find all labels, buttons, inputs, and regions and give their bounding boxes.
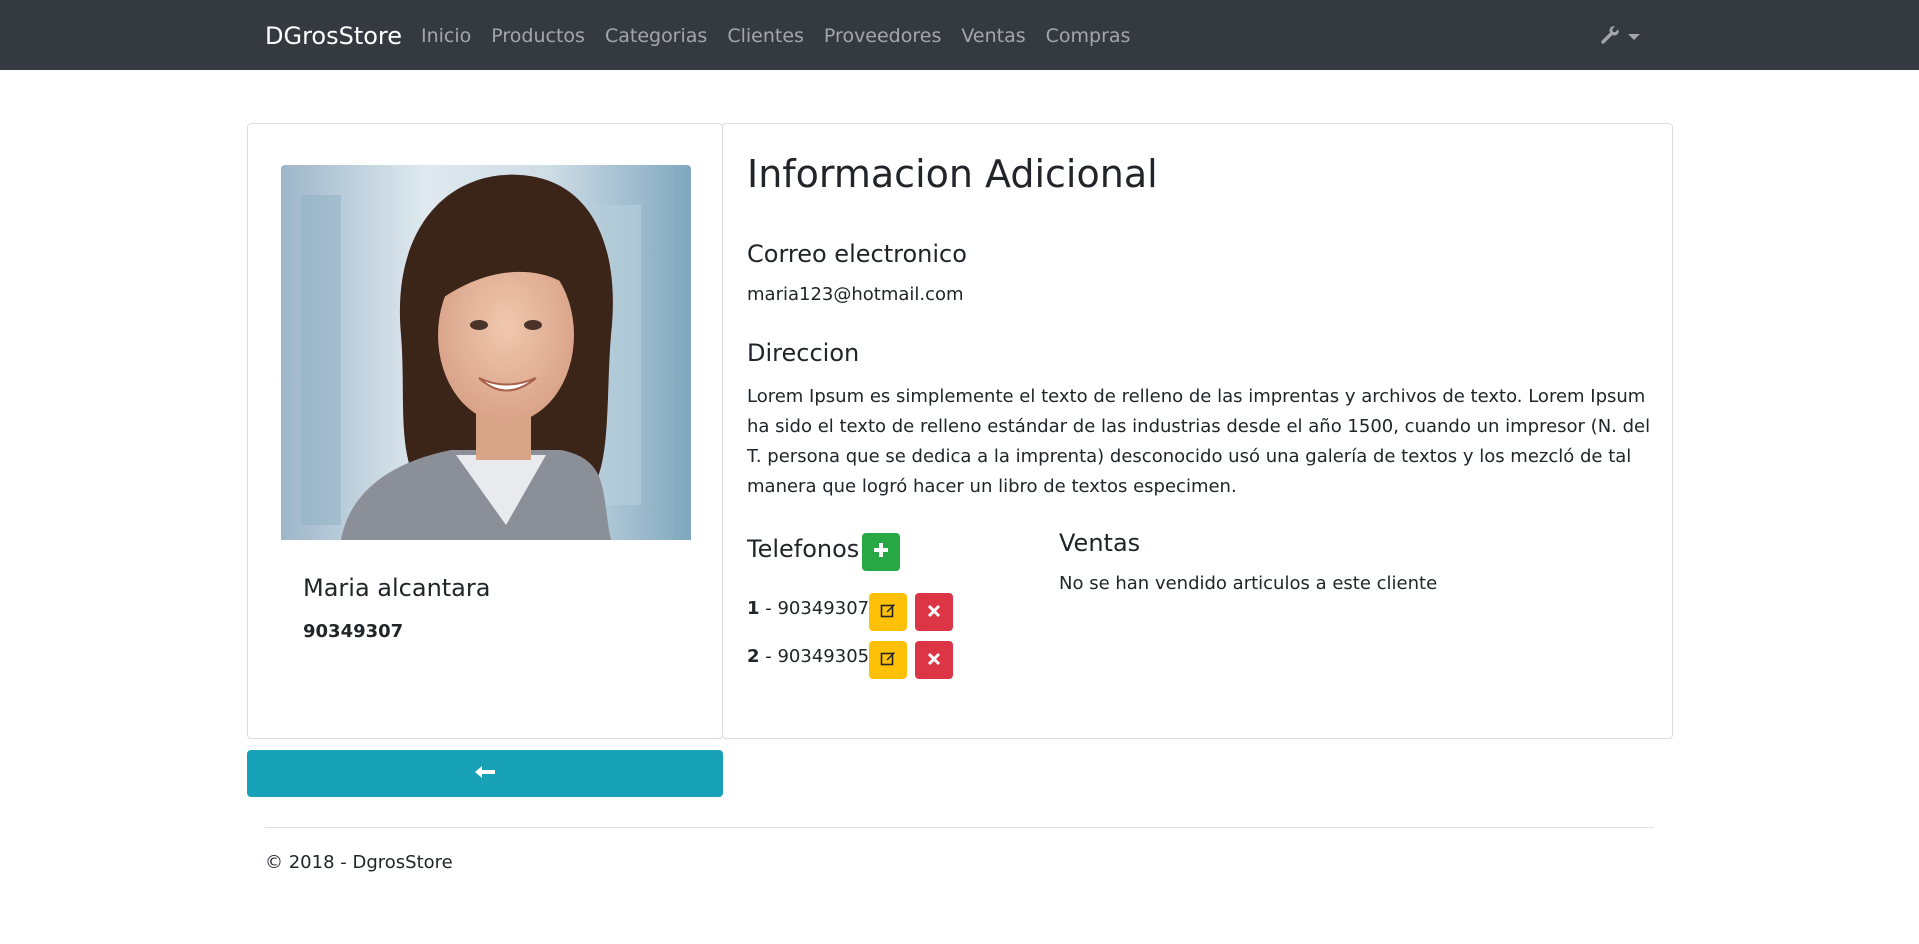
address-heading: Direccion [747,339,860,367]
navbar: DGrosStore Inicio Productos Categorias C… [0,0,1919,70]
edit-icon [880,650,896,670]
tools-dropdown[interactable] [1600,25,1640,49]
edit-phone-button[interactable] [869,593,907,631]
phone-index: 2 [747,646,760,667]
client-name: Maria alcantara [303,574,491,602]
wrench-icon [1600,25,1620,49]
sales-heading: Ventas [1059,529,1141,557]
brand-link[interactable]: DGrosStore [265,22,402,50]
nav-link-clientes[interactable]: Clientes [727,25,804,47]
delete-phone-button[interactable] [915,641,953,679]
arrow-left-icon [474,764,496,783]
phone-number: 90349307 [777,598,870,619]
nav-link-compras[interactable]: Compras [1046,25,1131,47]
nav-link-productos[interactable]: Productos [491,25,585,47]
back-button[interactable] [247,750,723,797]
client-card: Maria alcantara 90349307 [247,123,723,739]
phone-index: 1 [747,598,760,619]
footer-divider [265,827,1654,828]
delete-phone-button[interactable] [915,593,953,631]
nav-links: Inicio Productos Categorias Clientes Pro… [421,25,1150,47]
nav-link-inicio[interactable]: Inicio [421,25,471,47]
email-value: maria123@hotmail.com [747,284,964,305]
email-heading: Correo electronico [747,240,967,268]
edit-icon [880,602,896,622]
close-icon [927,603,941,622]
edit-phone-button[interactable] [869,641,907,679]
caret-down-icon [1628,34,1640,40]
address-text: Lorem Ipsum es simplemente el texto de r… [747,386,1651,497]
plus-icon [873,542,889,562]
client-photo [281,165,691,540]
sales-empty-text: No se han vendido articulos a este clien… [1059,573,1438,594]
close-icon [927,651,941,670]
info-title: Informacion Adicional [747,152,1158,196]
nav-link-ventas[interactable]: Ventas [961,25,1025,47]
info-card: Informacion Adicional Correo electronico… [722,123,1673,739]
phone-separator: - [759,598,778,619]
phone-separator: - [759,646,778,667]
add-phone-button[interactable] [862,533,900,571]
nav-link-categorias[interactable]: Categorias [605,25,707,47]
client-phone: 90349307 [303,621,404,642]
phone-number: 90349305 [777,646,870,667]
phone-row: 2 - 90349305 [747,646,869,667]
phones-heading: Telefonos [747,535,860,563]
footer-text: © 2018 - DgrosStore [265,852,453,873]
nav-link-proveedores[interactable]: Proveedores [824,25,941,47]
phone-row: 1 - 90349307 [747,598,869,619]
